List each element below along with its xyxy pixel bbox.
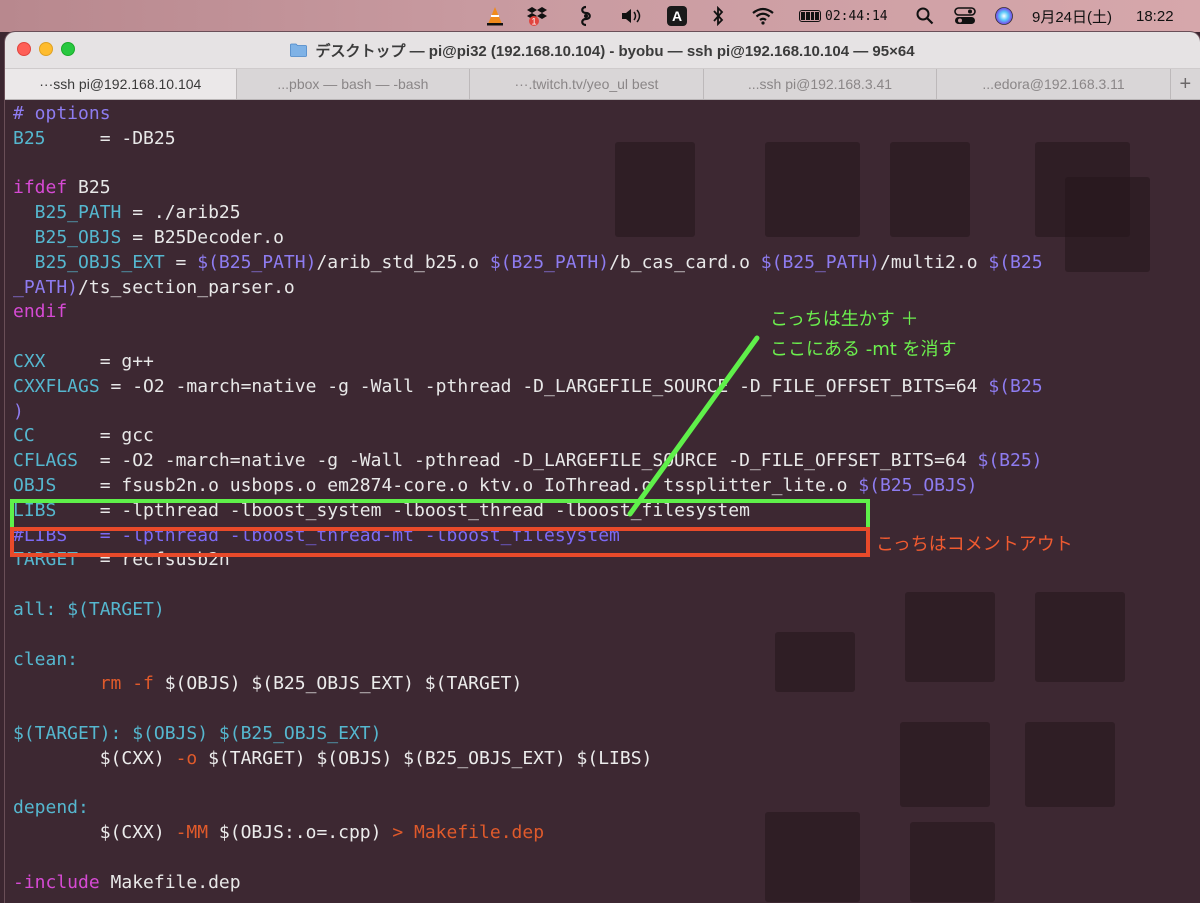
annotation-note-keep-line2: ここにある -mt を消す [770, 339, 957, 360]
annotation-arrow [627, 335, 760, 517]
annotation-note-keep-line1: こっちは生かす ＋ [770, 309, 919, 330]
annotation-note-comment-out: こっちはコメントアウト [876, 534, 1073, 555]
annotation-note-keep: こっちは生かす ＋ ここにある -mt を消す [770, 305, 957, 365]
